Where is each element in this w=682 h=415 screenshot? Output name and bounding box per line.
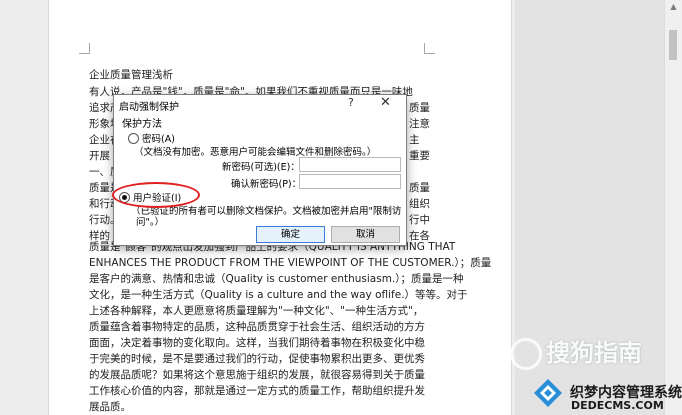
new-password-label: 新密码(可选)(E)： <box>222 162 300 173</box>
doc-line: 的发展品质呢？如果将这个意思施于组织的发展，就很容易得到关于质量 <box>89 369 425 381</box>
password-radio[interactable] <box>128 133 139 144</box>
dialog-title: 启动强制保护 <box>119 102 179 113</box>
doc-line: 上述各种解释，本人更愿意将质量理解为"一种文化"、"一种生活方式"， <box>89 305 424 317</box>
user-auth-note-line2: 问"。） <box>136 217 165 228</box>
doc-line: 开展 <box>89 150 110 162</box>
help-icon[interactable]: ? <box>348 96 354 109</box>
ok-button[interactable]: 确定 <box>256 226 325 243</box>
confirm-password-label: 确认新密码(P)： <box>231 179 302 190</box>
close-icon[interactable]: ✕ <box>380 95 391 110</box>
faint-watermark: zhi <box>488 398 504 411</box>
restrict-editing-dialog: 启动强制保护 ? ✕ 保护方法 密码(A) （文档没有加密。恶意用户可能会编辑文… <box>113 94 407 246</box>
doc-line-fragment: 质量 <box>409 182 430 194</box>
doc-line-fragment: 重要 <box>409 150 430 162</box>
password-option-label[interactable]: 密码(A) <box>142 131 175 145</box>
doc-line: 企业质量管理浅析 <box>89 69 173 81</box>
new-password-field[interactable] <box>299 157 401 172</box>
vertical-scrollbar[interactable]: ▲ <box>664 0 682 415</box>
doc-line-fragment: 质量 <box>409 102 430 114</box>
doc-line: 质量蕴含着事物特定的品质，这种品质贯穿于社会生活、组织活动的方方 <box>89 321 425 333</box>
sogou-watermark: 搜狗指南 <box>510 333 642 370</box>
doc-line: 是客户的满意、热情和忠诚（Quality is customer enthusi… <box>89 273 464 285</box>
doc-line-fragment: 行中 <box>409 214 430 226</box>
doc-line: 文化，是一种生活方式（Quality is a culture and the … <box>89 289 468 301</box>
doc-line: 展品质。 <box>89 401 131 413</box>
doc-line-fragment: 注意 <box>409 118 430 130</box>
scroll-up-arrow-icon[interactable]: ▲ <box>665 0 682 14</box>
doc-line: 于完美的时候，是不是要通过我们的行动，促使事物累积出更多、更优秀 <box>89 353 425 365</box>
sogou-watermark-text: 搜狗指南 <box>546 339 642 367</box>
doc-line: 面面，决定着事物的变化取向。这样，当我们期待着事物在积极变化中稳 <box>89 337 425 349</box>
red-highlight-annotation <box>112 182 200 208</box>
doc-line-fragment: 组织 <box>409 198 430 210</box>
doc-line-fragment: 主 <box>409 134 420 146</box>
sogou-logo-icon <box>510 338 542 370</box>
scrollbar-thumb[interactable] <box>669 30 677 60</box>
crop-mark-top-right <box>424 43 435 54</box>
confirm-password-field[interactable] <box>299 174 401 189</box>
site-url-watermark: DEDECMS.COM <box>571 399 664 412</box>
protection-method-label: 保护方法 <box>122 119 162 130</box>
doc-line-fragment: 在各 <box>409 230 430 242</box>
cancel-button[interactable]: 取消 <box>331 226 400 243</box>
password-note: （文档没有加密。恶意用户可能会编辑文件和删除密码。） <box>134 147 377 158</box>
doc-line: ENHANCES THE PRODUCT FROM THE VIEWPOINT … <box>89 257 492 269</box>
crop-mark-top-left <box>79 43 90 54</box>
xitongcheng-logo-icon <box>534 379 562 407</box>
doc-line: 工作核心价值的内容，那就是通过一定方式的质量工作，帮助组织提升发 <box>89 385 425 397</box>
